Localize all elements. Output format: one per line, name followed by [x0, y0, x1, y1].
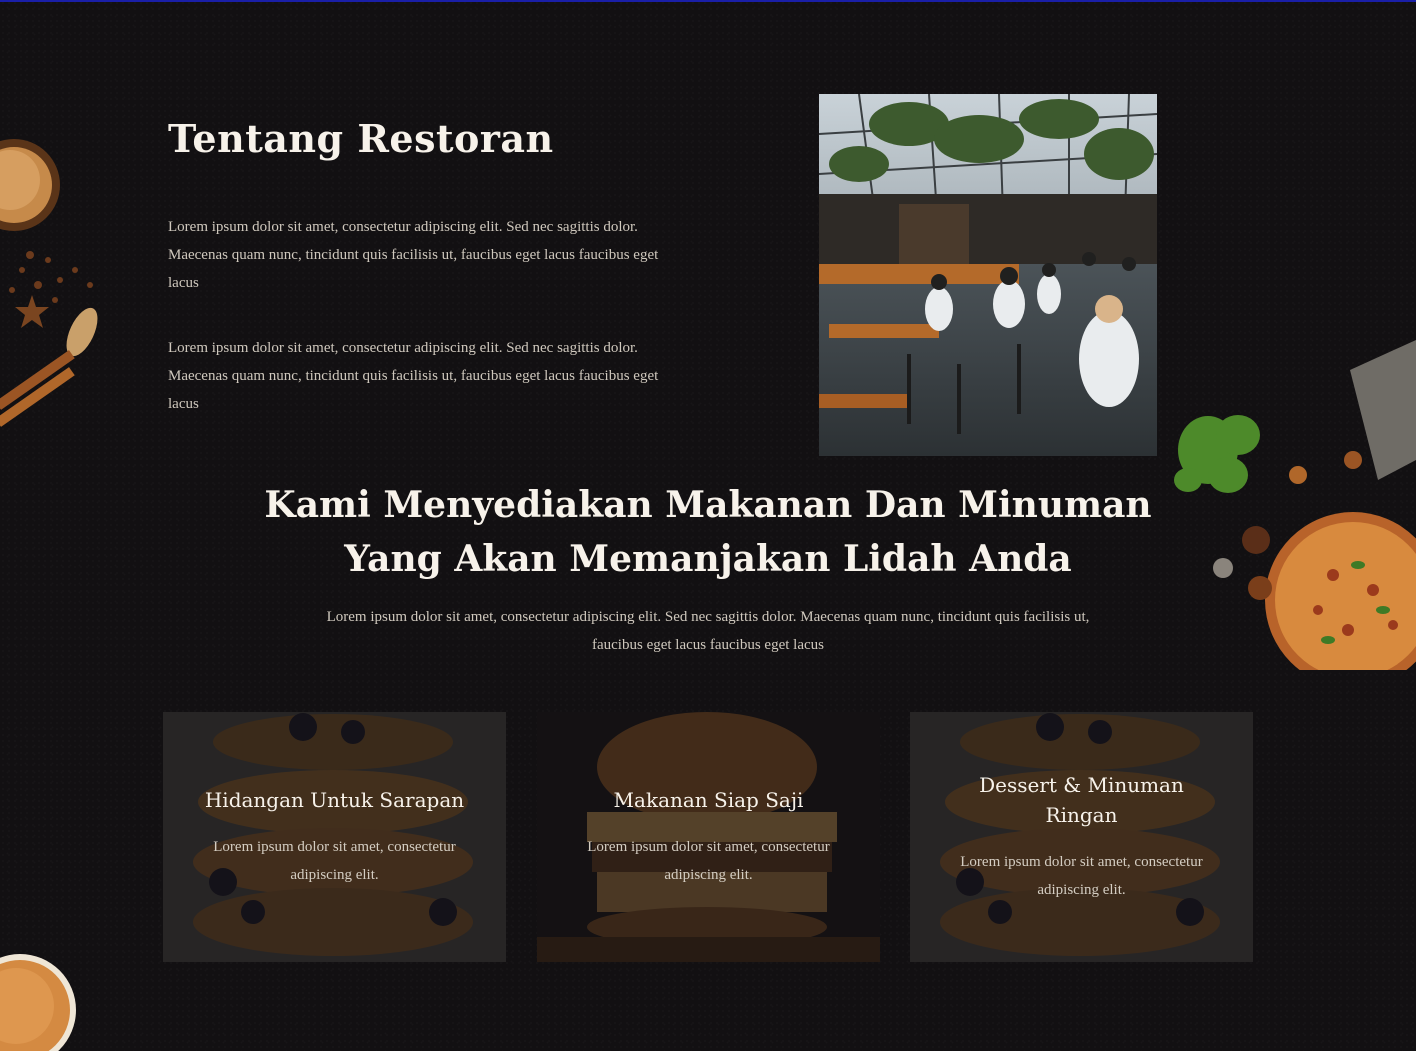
card-description: Lorem ipsum dolor sit amet, consectetur … — [587, 839, 830, 883]
card-title: Dessert & Minuman Ringan — [979, 773, 1184, 827]
spices-decoration — [0, 139, 98, 427]
category-card-breakfast[interactable]: Hidangan Untuk Sarapan Lorem ipsum dolor… — [163, 712, 506, 962]
card-description: Lorem ipsum dolor sit amet, consectetur … — [213, 839, 456, 883]
about-title: Tentang Restoran — [168, 116, 554, 161]
restaurant-interior-photo — [819, 94, 1157, 456]
top-border-line — [0, 0, 1416, 2]
category-card-fast-food[interactable]: Makanan Siap Saji Lorem ipsum dolor sit … — [537, 712, 880, 962]
about-paragraph-2: Lorem ipsum dolor sit amet, consectetur … — [168, 340, 659, 412]
about-paragraph-1: Lorem ipsum dolor sit amet, consectetur … — [168, 219, 659, 291]
card-description: Lorem ipsum dolor sit amet, consectetur … — [960, 854, 1203, 898]
intro-heading: Kami Menyediakan Makanan Dan Minuman Yan… — [264, 484, 1152, 580]
card-title: Makanan Siap Saji — [613, 788, 804, 812]
pizza-herbs-decoration — [1174, 340, 1416, 670]
intro-description: Lorem ipsum dolor sit amet, consectetur … — [326, 609, 1090, 653]
flatbread-decoration — [0, 954, 76, 1051]
card-title: Hidangan Untuk Sarapan — [204, 788, 465, 812]
category-card-dessert-drinks[interactable]: Dessert & Minuman Ringan Lorem ipsum dol… — [910, 712, 1253, 962]
